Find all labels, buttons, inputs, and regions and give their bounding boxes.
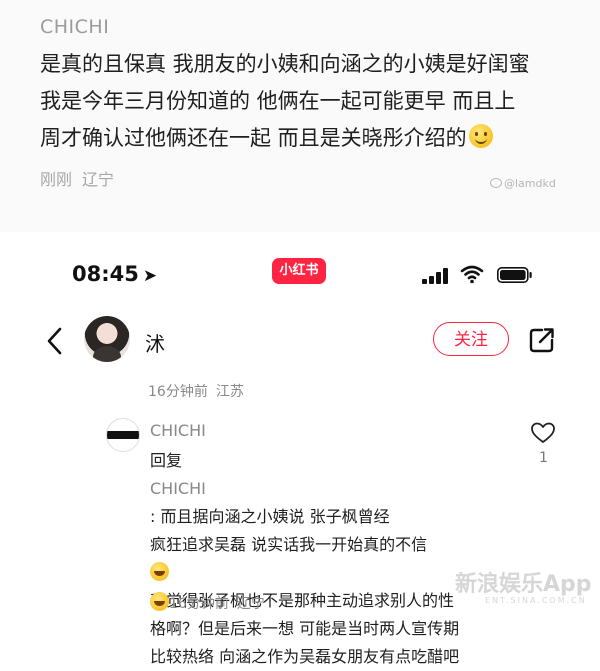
reply-line-text: 疯狂追求吴磊 说实话我一开始真的不信 xyxy=(150,535,428,554)
share-icon[interactable] xyxy=(528,326,556,354)
reply-text: 回复 CHICHI : 而且据向涵之小姨说 张子枫曾经 疯狂追求吴磊 说实话我一开… xyxy=(150,447,510,671)
quoted-comment-card: CHICHI 是真的且保真 我朋友的小姨和向涵之的小姨是好闺蜜 我是今年三月份知… xyxy=(0,0,600,232)
xiaohongshu-badge: 小红书 xyxy=(272,258,326,284)
sina-watermark-text: 新浪娱乐App xyxy=(455,572,592,597)
reply-location: 辽宁 xyxy=(236,596,265,612)
quoted-comment-line-text: 周才确认过他俩还在一起 而且是关晓彤介绍的 xyxy=(40,126,467,150)
quoted-comment-line: 我是今年三月份知道的 他俩在一起可能更早 而且上 xyxy=(40,89,516,113)
reply-prefix: 回复 xyxy=(150,451,183,470)
laugh-emoji-icon xyxy=(150,592,169,611)
quoted-comment-line: 是真的且保真 我朋友的小姨和向涵之的小姨是好闺蜜 xyxy=(40,52,530,76)
status-time: 08:45 ➤ xyxy=(72,262,157,286)
reply-username[interactable]: CHICHI xyxy=(150,421,206,440)
reply-target-user[interactable]: CHICHI xyxy=(150,475,510,503)
sina-watermark: 新浪娱乐App ENT.SINA.COM.CN xyxy=(455,566,592,605)
weibo-watermark-text: @lamdkd xyxy=(504,177,556,190)
weibo-watermark: @lamdkd xyxy=(490,177,556,190)
author-username[interactable]: 沭 xyxy=(145,328,165,357)
laugh-emoji-icon xyxy=(150,562,169,581)
weibo-logo-icon xyxy=(490,178,502,188)
post-time: 16分钟前 xyxy=(148,384,208,400)
reply-meta: 16分钟前 辽宁 xyxy=(150,592,265,613)
status-time-text: 08:45 xyxy=(72,262,139,286)
sina-watermark-sub: ENT.SINA.COM.CN xyxy=(485,596,587,605)
reply-line: 比较热络 向涵之作为吴磊女朋友有点吃醋吧 xyxy=(150,647,460,666)
quoted-comment-location: 辽宁 xyxy=(82,170,115,189)
battery-icon xyxy=(497,267,532,283)
quoted-comment-username[interactable]: CHICHI xyxy=(40,16,109,38)
author-avatar[interactable] xyxy=(84,316,130,362)
post-meta: 16分钟前 江苏 xyxy=(148,381,244,401)
location-arrow-icon: ➤ xyxy=(142,266,158,286)
chevron-left-icon[interactable] xyxy=(44,326,66,356)
reply-line: 回复 CHICHI : 而且据向涵之小姨说 张子枫曾经 xyxy=(150,447,510,531)
quoted-comment-time: 刚刚 xyxy=(40,170,73,189)
like-count: 1 xyxy=(539,450,548,466)
post-location: 江苏 xyxy=(215,384,244,400)
reply-line-text: : 而且据向涵之小姨说 张子枫曾经 xyxy=(150,507,390,526)
signal-icon xyxy=(422,268,450,284)
quoted-comment-line: 周才确认过他俩还在一起 而且是关晓彤介绍的 xyxy=(40,120,580,157)
follow-button[interactable]: 关注 xyxy=(433,322,509,356)
reply-avatar[interactable] xyxy=(106,418,140,452)
reply-line: 格啊？但是后来一想 可能是当时两人宣传期 xyxy=(150,619,460,638)
quoted-comment-text: 是真的且保真 我朋友的小姨和向涵之的小姨是好闺蜜 我是今年三月份知道的 他俩在一… xyxy=(40,46,580,157)
wifi-icon xyxy=(460,265,484,284)
status-bar: 08:45 ➤ 小红书 xyxy=(0,256,600,296)
smile-emoji-icon xyxy=(468,124,493,148)
post-header: 沭 关注 xyxy=(0,312,600,372)
heart-icon[interactable] xyxy=(530,421,556,445)
quoted-comment-meta: 刚刚 辽宁 xyxy=(40,166,114,190)
reply-time: 16分钟前 xyxy=(169,596,229,612)
